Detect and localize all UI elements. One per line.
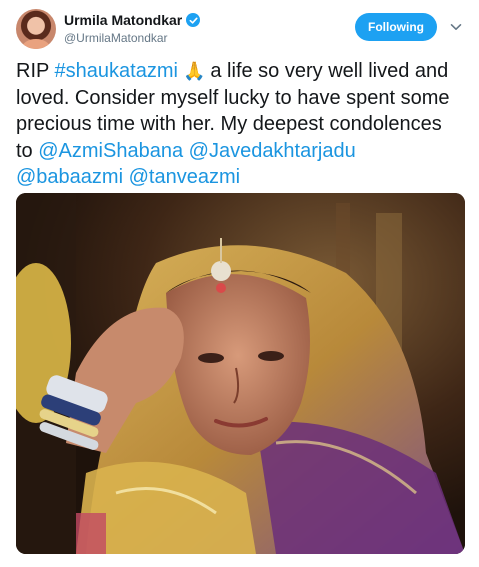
mention-link[interactable]: @tanveazmi [129,166,240,188]
hashtag-link[interactable]: #shaukatazmi [55,60,178,82]
mention-link[interactable]: @Javedakhtarjadu [189,140,356,162]
photo-image [16,193,465,554]
chevron-down-icon[interactable] [449,20,463,34]
tweet-text: RIP #shaukatazmi 🙏 a life so very well l… [16,58,464,191]
tweet-header: Urmila Matondkar @UrmilaMatondkar Follow… [0,0,479,60]
following-button[interactable]: Following [355,13,437,41]
user-display-name[interactable]: Urmila Matondkar [64,12,201,28]
display-name-text: Urmila Matondkar [64,12,183,28]
verified-badge-icon [186,13,201,27]
folded-hands-emoji: 🙏 [177,61,211,81]
tweet-text-segment: RIP [16,60,55,82]
avatar[interactable] [16,9,56,49]
tweet-photo[interactable] [16,193,465,554]
user-handle[interactable]: @UrmilaMatondkar [64,31,168,45]
mention-link[interactable]: @babaazmi [16,166,123,188]
mention-link[interactable]: @AzmiShabana [38,140,183,162]
